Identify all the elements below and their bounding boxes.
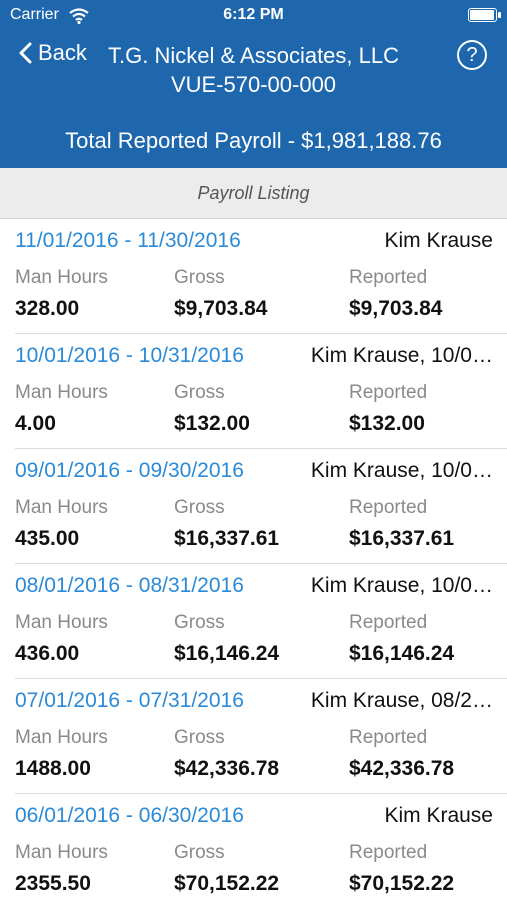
gross-label: Gross [174, 612, 225, 633]
section-header: Payroll Listing [0, 168, 507, 219]
navigation-header: Carrier 6:12 PM Back ? T.G. Nickel & Ass… [0, 0, 507, 168]
reported-label: Reported [349, 842, 428, 863]
man-hours-value: 328.00 [15, 297, 80, 320]
man-hours-value: 1488.00 [15, 757, 91, 780]
period-range: 11/01/2016 - 11/30/2016 [15, 229, 241, 252]
man-hours-label: Man Hours [15, 612, 108, 633]
period-range: 08/01/2016 - 08/31/2016 [15, 574, 244, 597]
payroll-entry[interactable]: 09/01/2016 - 09/30/2016 Kim Krause, 10/0… [15, 449, 507, 564]
man-hours-label: Man Hours [15, 267, 108, 288]
chevron-left-icon [19, 42, 32, 64]
reported-label: Reported [349, 382, 428, 403]
gross-label: Gross [174, 727, 225, 748]
page-title: T.G. Nickel & Associates, LLC VUE-570-00… [60, 42, 447, 153]
reported-label: Reported [349, 267, 428, 288]
company-name: T.G. Nickel & Associates, LLC [108, 43, 399, 68]
reported-value: $42,336.78 [349, 757, 455, 780]
gross-label: Gross [174, 497, 225, 518]
reported-label: Reported [349, 497, 428, 518]
reported-label: Reported [349, 727, 428, 748]
reported-value: $70,152.22 [349, 872, 455, 895]
payroll-list: 11/01/2016 - 11/30/2016 Kim Krause Man H… [0, 219, 507, 908]
gross-value: $16,337.61 [174, 527, 280, 550]
payroll-entry[interactable]: 08/01/2016 - 08/31/2016 Kim Krause, 10/0… [15, 564, 507, 679]
man-hours-label: Man Hours [15, 727, 108, 748]
total-reported-payroll: Total Reported Payroll - $1,981,188.76 [65, 128, 442, 153]
man-hours-value: 436.00 [15, 642, 80, 665]
submitter-name: Kim Krause [384, 229, 493, 252]
payroll-entry[interactable]: 07/01/2016 - 07/31/2016 Kim Krause, 08/2… [15, 679, 507, 794]
gross-value: $70,152.22 [174, 872, 280, 895]
reported-value: $132.00 [349, 412, 425, 435]
submitter-name: Kim Krause [384, 804, 493, 827]
question-mark-icon: ? [466, 44, 478, 66]
gross-value: $42,336.78 [174, 757, 280, 780]
reported-value: $16,337.61 [349, 527, 455, 550]
gross-label: Gross [174, 842, 225, 863]
payroll-entry[interactable]: 10/01/2016 - 10/31/2016 Kim Krause, 10/0… [15, 334, 507, 449]
man-hours-label: Man Hours [15, 497, 108, 518]
battery-level [470, 10, 494, 20]
period-range: 10/01/2016 - 10/31/2016 [15, 344, 244, 367]
man-hours-value: 435.00 [15, 527, 80, 550]
gross-value: $9,703.84 [174, 297, 268, 320]
gross-value: $132.00 [174, 412, 250, 435]
man-hours-value: 2355.50 [15, 872, 91, 895]
battery-icon [468, 8, 501, 22]
period-range: 09/01/2016 - 09/30/2016 [15, 459, 244, 482]
man-hours-value: 4.00 [15, 412, 56, 435]
status-bar: Carrier 6:12 PM [0, 0, 507, 32]
gross-label: Gross [174, 382, 225, 403]
payroll-entry[interactable]: 11/01/2016 - 11/30/2016 Kim Krause Man H… [15, 219, 507, 334]
reported-value: $9,703.84 [349, 297, 443, 320]
reported-label: Reported [349, 612, 428, 633]
period-range: 06/01/2016 - 06/30/2016 [15, 804, 244, 827]
man-hours-label: Man Hours [15, 842, 108, 863]
payroll-entry[interactable]: 06/01/2016 - 06/30/2016 Kim Krause Man H… [15, 794, 507, 908]
submitter-name: Kim Krause, 10/0… [310, 344, 493, 367]
man-hours-label: Man Hours [15, 382, 108, 403]
gross-value: $16,146.24 [174, 642, 280, 665]
clock: 6:12 PM [223, 6, 284, 23]
reported-value: $16,146.24 [349, 642, 455, 665]
help-button[interactable]: ? [457, 40, 487, 70]
submitter-name: Kim Krause, 08/2… [310, 689, 493, 712]
account-number: VUE-570-00-000 [170, 71, 337, 97]
period-range: 07/01/2016 - 07/31/2016 [15, 689, 244, 712]
submitter-name: Kim Krause, 10/0… [310, 574, 493, 597]
gross-label: Gross [174, 267, 225, 288]
submitter-name: Kim Krause, 10/0… [310, 459, 493, 482]
